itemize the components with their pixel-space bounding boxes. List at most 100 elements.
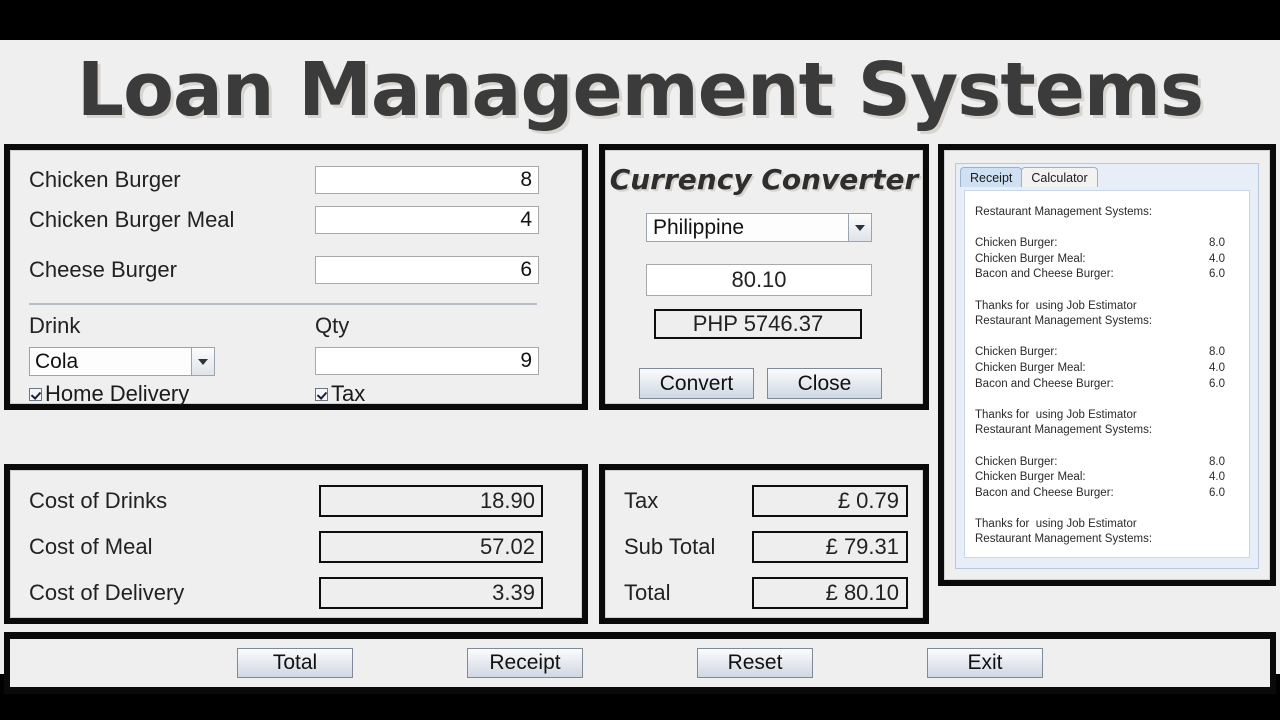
drink-column-header: Drink xyxy=(29,313,81,338)
cost-row: Cost of Drinks 18.90 xyxy=(29,485,563,517)
cost-row: Cost of Delivery 3.39 xyxy=(29,577,563,609)
receipt-line-amount: 4.0 xyxy=(1209,471,1225,484)
tab-calculator[interactable]: Calculator xyxy=(1021,167,1098,187)
receipt-blank-line xyxy=(975,392,1237,408)
receipt-line: Restaurant Management Systems: xyxy=(975,423,1237,439)
tax-total-label: Tax xyxy=(624,488,659,513)
receipt-line-text: Bacon and Cheese Burger: xyxy=(975,268,1114,281)
receipt-line-amount: 8.0 xyxy=(1209,346,1225,359)
chevron-down-icon[interactable] xyxy=(191,348,214,375)
tax-checkbox[interactable] xyxy=(315,387,328,401)
receipt-line: Bacon and Cheese Burger: 6.0 xyxy=(975,377,1237,393)
receipt-blank-line xyxy=(975,439,1237,455)
drink-qty-input[interactable]: 9 xyxy=(315,347,539,375)
section-divider xyxy=(29,303,537,305)
home-delivery-checkbox[interactable] xyxy=(29,387,42,401)
chevron-down-icon[interactable] xyxy=(848,214,871,241)
receipt-line: Restaurant Management Systems: xyxy=(975,532,1237,548)
cost-of-delivery-value[interactable]: 3.39 xyxy=(319,577,543,609)
cost-of-meal-label: Cost of Meal xyxy=(29,534,153,559)
grand-total-label: Total xyxy=(624,580,671,605)
qty-column-header: Qty xyxy=(315,313,350,338)
order-row: Chicken Burger Meal 4 xyxy=(29,205,563,235)
receipt-line: Restaurant Management Systems: xyxy=(975,205,1237,221)
order-row: Cheese Burger 6 xyxy=(29,255,563,285)
sub-total-label: Sub Total xyxy=(624,534,716,559)
receipt-line-text: Chicken Burger: xyxy=(975,455,1058,468)
currency-select-value: Philippine xyxy=(653,215,745,239)
receipt-line-text: Restaurant Management Systems: xyxy=(975,424,1153,437)
receipt-line-text: Chicken Burger: xyxy=(975,346,1058,359)
receipt-line-text: Thanks for using Job Estimator xyxy=(975,299,1137,312)
receipt-text-area[interactable]: Restaurant Management Systems: Chicken Bu… xyxy=(964,190,1250,558)
receipt-line-amount: 4.0 xyxy=(1209,361,1225,374)
receipt-line-text: Bacon and Cheese Burger: xyxy=(975,486,1114,499)
cost-of-meal-value[interactable]: 57.02 xyxy=(319,531,543,563)
cheese-burger-qty-input[interactable]: 6 xyxy=(315,256,539,284)
totals-panel: Tax £ 0.79 Sub Total £ 79.31 Total £ 80.… xyxy=(599,464,929,624)
close-button[interactable]: Close xyxy=(767,368,882,399)
order-panel-inner: Chicken Burger 8 Chicken Burger Meal 4 C… xyxy=(10,150,582,407)
cost-panel: Cost of Drinks 18.90 Cost of Meal 57.02 … xyxy=(4,464,588,624)
receipt-line-text: Bacon and Cheese Burger: xyxy=(975,377,1114,390)
receipt-line-amount xyxy=(1225,314,1237,330)
application-window: Loan Management Systems Chicken Burger 8… xyxy=(0,40,1280,694)
tax-label: Tax xyxy=(331,381,366,406)
receipt-line-amount xyxy=(1225,423,1237,439)
receipt-line: Thanks for using Job Estimator xyxy=(975,408,1237,424)
receipt-line: Thanks for using Job Estimator xyxy=(975,299,1237,315)
receipt-line-amount xyxy=(1225,408,1237,424)
grand-total-value[interactable]: £ 80.10 xyxy=(752,577,908,609)
currency-select[interactable]: Philippine xyxy=(646,213,872,242)
totals-row: Sub Total £ 79.31 xyxy=(624,531,908,563)
receipt-blank-line xyxy=(975,330,1237,346)
screen: Loan Management Systems Chicken Burger 8… xyxy=(0,0,1280,720)
order-row: Chicken Burger 8 xyxy=(29,165,563,195)
converted-amount-output: PHP 5746.37 xyxy=(654,309,862,339)
receipt-line-text: Thanks for using Job Estimator xyxy=(975,517,1137,530)
exit-button[interactable]: Exit xyxy=(927,648,1043,678)
totals-row: Total £ 80.10 xyxy=(624,577,908,609)
cost-of-delivery-label: Cost of Delivery xyxy=(29,580,185,605)
receipt-line-text: Thanks for using Job Estimator xyxy=(975,408,1137,421)
page-title: Loan Management Systems xyxy=(76,47,1204,133)
receipt-line-amount xyxy=(1225,517,1237,533)
cost-panel-inner: Cost of Drinks 18.90 Cost of Meal 57.02 … xyxy=(10,470,582,618)
receipt-line: Chicken Burger: 8.0 xyxy=(975,236,1237,252)
receipt-line-amount: 8.0 xyxy=(1209,237,1225,250)
order-item-label: Chicken Burger Meal xyxy=(29,207,235,232)
receipt-line-amount xyxy=(1225,299,1237,315)
receipt-line: Bacon and Cheese Burger: 6.0 xyxy=(975,267,1237,283)
receipt-line: Chicken Burger: 8.0 xyxy=(975,455,1237,471)
tab-pane: Receipt Calculator Restaurant Management… xyxy=(955,163,1259,569)
total-button[interactable]: Total xyxy=(237,648,353,678)
home-delivery-checkbox-row[interactable]: Home Delivery xyxy=(29,381,189,407)
receipt-button[interactable]: Receipt xyxy=(467,648,583,678)
sub-total-value[interactable]: £ 79.31 xyxy=(752,531,908,563)
receipt-line: Chicken Burger Meal: 4.0 xyxy=(975,470,1237,486)
receipt-line: Chicken Burger Meal: 4.0 xyxy=(975,361,1237,377)
reset-button[interactable]: Reset xyxy=(697,648,813,678)
action-bar: Total Receipt Reset Exit xyxy=(4,632,1276,694)
convert-button[interactable]: Convert xyxy=(639,368,754,399)
drink-select-value: Cola xyxy=(35,349,79,373)
receipt-line-amount xyxy=(1225,205,1237,221)
tab-receipt[interactable]: Receipt xyxy=(960,167,1023,187)
tax-total-value[interactable]: £ 0.79 xyxy=(752,485,908,517)
chicken-burger-meal-qty-input[interactable]: 4 xyxy=(315,206,539,234)
amount-input[interactable]: 80.10 xyxy=(646,264,872,296)
title-bar: Loan Management Systems xyxy=(0,40,1280,140)
receipt-line-text: Chicken Burger Meal: xyxy=(975,252,1086,265)
cost-of-drinks-label: Cost of Drinks xyxy=(29,488,168,513)
receipt-line-amount: 8.0 xyxy=(1209,455,1225,468)
receipt-line: Restaurant Management Systems: xyxy=(975,314,1237,330)
cost-of-drinks-value[interactable]: 18.90 xyxy=(319,485,543,517)
home-delivery-label: Home Delivery xyxy=(45,381,190,406)
drink-select[interactable]: Cola xyxy=(29,347,215,376)
receipt-line-amount: 6.0 xyxy=(1209,377,1225,390)
chicken-burger-qty-input[interactable]: 8 xyxy=(315,166,539,194)
tax-checkbox-row[interactable]: Tax xyxy=(315,381,365,407)
receipt-line-text: Restaurant Management Systems: xyxy=(975,206,1153,218)
receipt-line-text: Chicken Burger: xyxy=(975,237,1058,250)
currency-converter-inner: Currency Converter Philippine 80.10 PHP … xyxy=(605,150,923,404)
